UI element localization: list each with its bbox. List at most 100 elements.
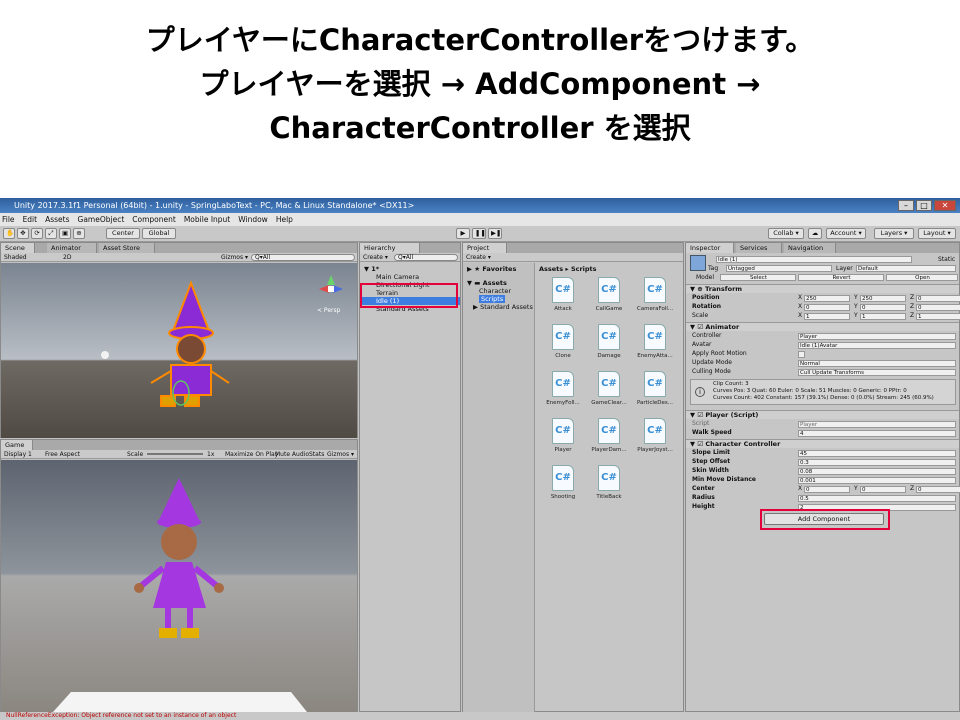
model-select-button[interactable]: Select — [720, 274, 796, 281]
favorites-folder[interactable]: ▶ ★ Favorites — [467, 265, 516, 273]
tag-dropdown[interactable]: Untagged — [726, 265, 832, 272]
cc-center-x-field[interactable]: 0 — [804, 486, 850, 493]
script-asset[interactable]: C# GameClear... — [587, 371, 631, 406]
script-asset[interactable]: C# Player — [541, 418, 585, 453]
rotate-tool-button[interactable]: ⟳ — [31, 228, 43, 239]
menu-edit[interactable]: Edit — [23, 213, 38, 226]
menu-gameobject[interactable]: GameObject — [78, 213, 125, 226]
account-dropdown[interactable]: Account ▾ — [826, 228, 866, 239]
layer-dropdown[interactable]: Default — [856, 265, 956, 272]
scale-slider[interactable] — [147, 453, 203, 455]
static-checkbox-label[interactable]: Static — [938, 256, 955, 264]
cc-radius-field[interactable]: 0.5 — [798, 495, 956, 502]
model-revert-button[interactable]: Revert — [798, 274, 884, 281]
scale-tool-button[interactable]: ⤢ — [45, 228, 57, 239]
script-asset[interactable]: C# CameraFoll... — [633, 277, 677, 312]
folder-standard-assets[interactable]: ▶ Standard Assets — [473, 303, 533, 311]
scale-y-field[interactable]: 1 — [860, 313, 906, 320]
menu-mobile-input[interactable]: Mobile Input — [184, 213, 230, 226]
avatar-field[interactable]: Idle (1)Avatar — [798, 342, 956, 349]
hand-tool-button[interactable]: ✋ — [3, 228, 15, 239]
script-asset[interactable]: C# TitleBack — [587, 465, 631, 500]
animator-header[interactable]: ▼ ☑ Animator — [686, 322, 959, 331]
mute-audio-toggle[interactable]: Mute Audio — [275, 450, 309, 459]
maximize-on-play-toggle[interactable]: Maximize On Play — [225, 450, 278, 459]
collab-dropdown[interactable]: Collab ▾ — [768, 228, 804, 239]
tab-services[interactable]: Services — [736, 243, 782, 253]
tab-project[interactable]: Project — [463, 243, 507, 253]
scene-search-input[interactable]: Q▾All — [251, 254, 355, 261]
position-x-field[interactable]: 250 — [804, 295, 850, 302]
script-asset[interactable]: C# ParticleDes... — [633, 371, 677, 406]
script-asset[interactable]: C# Clone — [541, 324, 585, 359]
hierarchy-create-dropdown[interactable]: Create ▾ — [363, 253, 388, 262]
root-motion-checkbox[interactable] — [798, 351, 805, 358]
cc-field-input[interactable]: 0.001 — [798, 477, 956, 484]
position-z-field[interactable]: 0 — [916, 295, 960, 302]
display-dropdown[interactable]: Display 1 — [4, 450, 32, 459]
layout-dropdown[interactable]: Layout ▾ — [918, 228, 956, 239]
maximize-button[interactable]: □ — [916, 200, 932, 211]
move-tool-button[interactable]: ✥ — [17, 228, 29, 239]
folder-character[interactable]: Character — [479, 287, 511, 295]
script-asset[interactable]: C# EnemyAtta... — [633, 324, 677, 359]
cc-center-y-field[interactable]: 0 — [860, 486, 906, 493]
stats-toggle[interactable]: Stats — [309, 450, 324, 459]
tab-inspector[interactable]: Inspector — [686, 243, 734, 253]
rect-tool-button[interactable]: ▣ — [59, 228, 71, 239]
rotation-z-field[interactable]: 0 — [916, 304, 960, 311]
update-mode-dropdown[interactable]: Normal — [798, 360, 956, 367]
rotation-x-field[interactable]: 0 — [804, 304, 850, 311]
culling-mode-dropdown[interactable]: Cull Update Transforms — [798, 369, 956, 376]
tab-scene[interactable]: Scene — [1, 243, 35, 253]
tab-asset-store[interactable]: Asset Store — [99, 243, 155, 253]
step-button[interactable]: ▶❚ — [488, 228, 502, 239]
hierarchy-item-main-camera[interactable]: Main Camera — [376, 273, 419, 281]
menu-file[interactable]: File — [2, 213, 15, 226]
script-asset[interactable]: C# PlayerDam... — [587, 418, 631, 453]
menu-component[interactable]: Component — [132, 213, 176, 226]
scene-root-item[interactable]: ▼ 1* — [364, 265, 379, 273]
script-asset[interactable]: C# CallGame — [587, 277, 631, 312]
tab-hierarchy[interactable]: Hierarchy — [360, 243, 420, 253]
script-asset[interactable]: C# Shooting — [541, 465, 585, 500]
pivot-center-toggle[interactable]: Center — [106, 228, 140, 239]
close-button[interactable]: ✕ — [934, 200, 956, 211]
tab-animator[interactable]: Animator — [47, 243, 97, 253]
tab-game[interactable]: Game — [1, 440, 33, 450]
cc-center-z-field[interactable]: 0 — [916, 486, 960, 493]
cc-field-input[interactable]: 0.08 — [798, 468, 956, 475]
game-gizmos-dropdown[interactable]: Gizmos ▾ — [327, 450, 354, 459]
walk-speed-field[interactable]: 4 — [798, 430, 956, 437]
character-controller-header[interactable]: ▼ ☑ Character Controller — [686, 439, 959, 448]
scale-z-field[interactable]: 1 — [916, 313, 960, 320]
script-asset[interactable]: C# Damage — [587, 324, 631, 359]
cloud-icon[interactable]: ☁ — [808, 228, 822, 239]
play-button[interactable]: ▶ — [456, 228, 470, 239]
project-create-dropdown[interactable]: Create ▾ — [466, 253, 491, 262]
transform-tool-button[interactable]: ⊕ — [73, 228, 85, 239]
menu-window[interactable]: Window — [238, 213, 268, 226]
pause-button[interactable]: ❚❚ — [472, 228, 486, 239]
object-name-field[interactable]: Idle (1) — [716, 256, 912, 263]
model-open-button[interactable]: Open — [886, 274, 958, 281]
tab-navigation[interactable]: Navigation — [784, 243, 836, 253]
scene-viewport[interactable]: < Persp — [1, 263, 357, 438]
script-asset[interactable]: C# PlayerJoyst... — [633, 418, 677, 453]
transform-header[interactable]: ▼ ⊕ Transform — [686, 284, 959, 293]
menu-help[interactable]: Help — [276, 213, 293, 226]
persp-label[interactable]: < Persp — [317, 307, 340, 314]
minimize-button[interactable]: – — [898, 200, 914, 211]
cc-field-input[interactable]: 45 — [798, 450, 956, 457]
hierarchy-search-input[interactable]: Q▾All — [394, 254, 458, 261]
script-asset[interactable]: C# EnemyFoll... — [541, 371, 585, 406]
folder-scripts[interactable]: Scripts — [479, 295, 506, 303]
menu-assets[interactable]: Assets — [45, 213, 69, 226]
global-local-toggle[interactable]: Global — [142, 228, 176, 239]
cc-field-input[interactable]: 0.3 — [798, 459, 956, 466]
rotation-y-field[interactable]: 0 — [860, 304, 906, 311]
scale-x-field[interactable]: 1 — [804, 313, 850, 320]
2d-toggle[interactable]: 2D — [63, 253, 71, 262]
controller-field[interactable]: Player — [798, 333, 956, 340]
shading-dropdown[interactable]: Shaded — [4, 253, 27, 262]
